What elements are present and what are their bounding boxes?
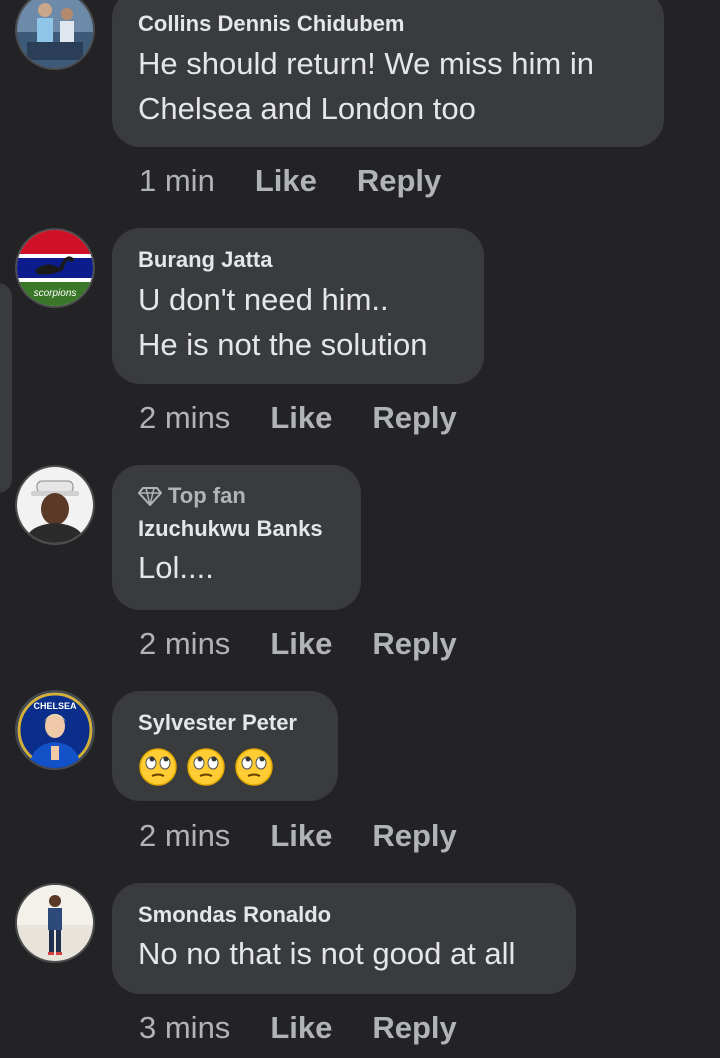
comment-time[interactable]: 2 mins bbox=[139, 818, 230, 854]
avatar-logo-text: scorpions bbox=[34, 288, 77, 299]
comment-author[interactable]: Sylvester Peter bbox=[138, 709, 312, 737]
like-button[interactable]: Like bbox=[270, 626, 332, 662]
badge-label: Top fan bbox=[168, 483, 246, 508]
rolling-eyes-emoji-icon bbox=[138, 747, 178, 787]
comment-time[interactable]: 1 min bbox=[139, 163, 215, 199]
comment-text: No no that is not good at all bbox=[138, 936, 516, 971]
avatar[interactable] bbox=[17, 0, 93, 68]
avatar[interactable] bbox=[17, 467, 93, 543]
reply-button[interactable]: Reply bbox=[372, 400, 456, 436]
avatar[interactable]: CHELSEA bbox=[17, 692, 93, 768]
comment-time[interactable]: 3 mins bbox=[139, 1010, 230, 1046]
comment-time[interactable]: 2 mins bbox=[139, 400, 230, 436]
avatar[interactable] bbox=[17, 885, 93, 961]
like-button[interactable]: Like bbox=[270, 400, 332, 436]
comment-actions: 2 mins Like Reply bbox=[139, 818, 457, 854]
emoji-row bbox=[138, 747, 312, 787]
comment-bubble: Burang Jatta U don't need him.. He is no… bbox=[112, 228, 484, 384]
comment-bubble: Sylvester Peter bbox=[112, 691, 338, 801]
comment-bubble: Smondas Ronaldo No no that is not good a… bbox=[112, 883, 576, 994]
reply-button[interactable]: Reply bbox=[357, 163, 441, 199]
comment-actions: 2 mins Like Reply bbox=[139, 626, 457, 662]
reply-button[interactable]: Reply bbox=[372, 1010, 456, 1046]
avatar-logo-text: CHELSEA bbox=[33, 701, 77, 711]
comment-actions: 1 min Like Reply bbox=[139, 163, 441, 199]
comment-bubble: Top fan Izuchukwu Banks Lol.... bbox=[112, 465, 361, 610]
comment-text: U don't need him.. He is not the solutio… bbox=[138, 282, 428, 362]
rolling-eyes-emoji-icon bbox=[186, 747, 226, 787]
rolling-eyes-emoji-icon bbox=[234, 747, 274, 787]
comment-time[interactable]: 2 mins bbox=[139, 626, 230, 662]
comment-author[interactable]: Izuchukwu Banks bbox=[138, 515, 335, 543]
like-button[interactable]: Like bbox=[270, 818, 332, 854]
comment-author[interactable]: Smondas Ronaldo bbox=[138, 901, 550, 929]
comment-bubble: Collins Dennis Chidubem He should return… bbox=[112, 0, 664, 147]
comment-actions: 3 mins Like Reply bbox=[139, 1010, 457, 1046]
reply-button[interactable]: Reply bbox=[372, 818, 456, 854]
like-button[interactable]: Like bbox=[270, 1010, 332, 1046]
comment-author[interactable]: Burang Jatta bbox=[138, 246, 458, 274]
comment-actions: 2 mins Like Reply bbox=[139, 400, 457, 436]
comment-text: Lol.... bbox=[138, 550, 214, 585]
comment-author[interactable]: Collins Dennis Chidubem bbox=[138, 10, 638, 38]
comment-text: He should return! We miss him in Chelsea… bbox=[138, 46, 594, 126]
top-fan-badge: Top fan bbox=[138, 481, 335, 511]
diamond-icon bbox=[138, 487, 162, 506]
like-button[interactable]: Like bbox=[255, 163, 317, 199]
reply-button[interactable]: Reply bbox=[372, 626, 456, 662]
scroll-handle[interactable] bbox=[0, 283, 12, 493]
avatar[interactable]: scorpions bbox=[17, 230, 93, 306]
